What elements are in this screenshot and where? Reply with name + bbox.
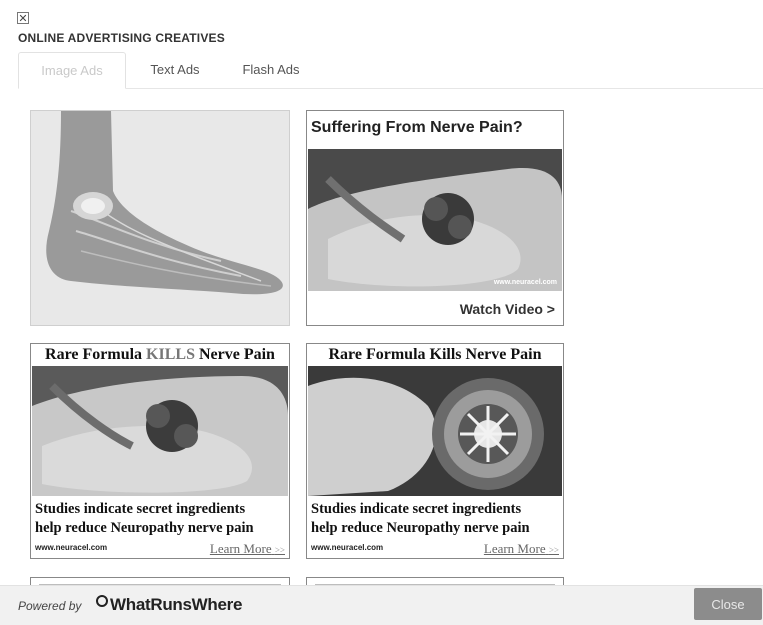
creative-tabs: Image Ads Text Ads Flash Ads: [18, 52, 763, 89]
ad-photo-hand-plant: [32, 366, 288, 496]
foot-anatomy-image: [31, 111, 289, 325]
ads-grid: Suffering From Nerve Pain? www.neuracel.…: [18, 89, 763, 585]
close-icon[interactable]: ✕: [17, 12, 29, 24]
ad-photo-hand-plant: [308, 149, 562, 291]
ad-creative-nerve-pain-video[interactable]: Suffering From Nerve Pain? www.neuracel.…: [306, 110, 564, 326]
ad-creative-foot[interactable]: [30, 110, 290, 326]
close-button[interactable]: Close: [694, 588, 762, 620]
ad-body-line-1: Studies indicate secret ingredients: [311, 501, 522, 517]
ad-body: Studies indicate secret ingredients help…: [31, 500, 289, 538]
ad-creative-rare-formula-2[interactable]: Rare Formula Kills Nerve Pain Studies in…: [306, 343, 564, 559]
footer-bar: Powered by WhatRunsWhere Close: [0, 585, 763, 625]
watch-video-link[interactable]: Watch Video >: [460, 301, 555, 317]
learn-more-link[interactable]: Learn More >>: [210, 541, 285, 557]
ad-url: www.neuracel.com: [311, 543, 384, 552]
powered-by-label: Powered by: [18, 599, 82, 613]
ad-footer: www.neuracel.com Learn More >>: [35, 541, 285, 557]
ad-body: Studies indicate secret ingredients help…: [307, 500, 563, 538]
brand-icon: [96, 595, 108, 607]
ad-photo-passion-flower: [308, 366, 562, 496]
ad-body-line-1: Studies indicate secret ingredients: [35, 501, 246, 517]
brand-logo[interactable]: WhatRunsWhere: [96, 595, 242, 615]
tab-image-ads[interactable]: Image Ads: [18, 52, 126, 89]
ad-body-line-2: help reduce Neuropathy nerve pain: [311, 520, 530, 536]
ad-creative-rare-formula-1[interactable]: Rare Formula KILLS Nerve Pain Studies in…: [30, 343, 290, 559]
learn-more-link[interactable]: Learn More >>: [484, 541, 559, 557]
ad-body-line-2: help reduce Neuropathy nerve pain: [35, 520, 254, 536]
ad-headline: Rare Formula Kills Nerve Pain: [328, 346, 542, 363]
tab-text-ads[interactable]: Text Ads: [130, 52, 220, 88]
ad-headline: Rare Formula KILLS Nerve Pain: [45, 346, 275, 363]
ad-headline: Suffering From Nerve Pain?: [311, 119, 523, 136]
ad-footer: www.neuracel.com Learn More >>: [311, 541, 559, 557]
ad-creative-partial-1[interactable]: [30, 577, 290, 585]
tab-flash-ads[interactable]: Flash Ads: [226, 52, 316, 88]
ad-creative-partial-2[interactable]: [306, 577, 564, 585]
page-title: ONLINE ADVERTISING CREATIVES: [18, 31, 225, 45]
ad-url: www.neuracel.com: [35, 543, 108, 552]
ad-url-overlay: www.neuracel.com: [493, 279, 557, 286]
